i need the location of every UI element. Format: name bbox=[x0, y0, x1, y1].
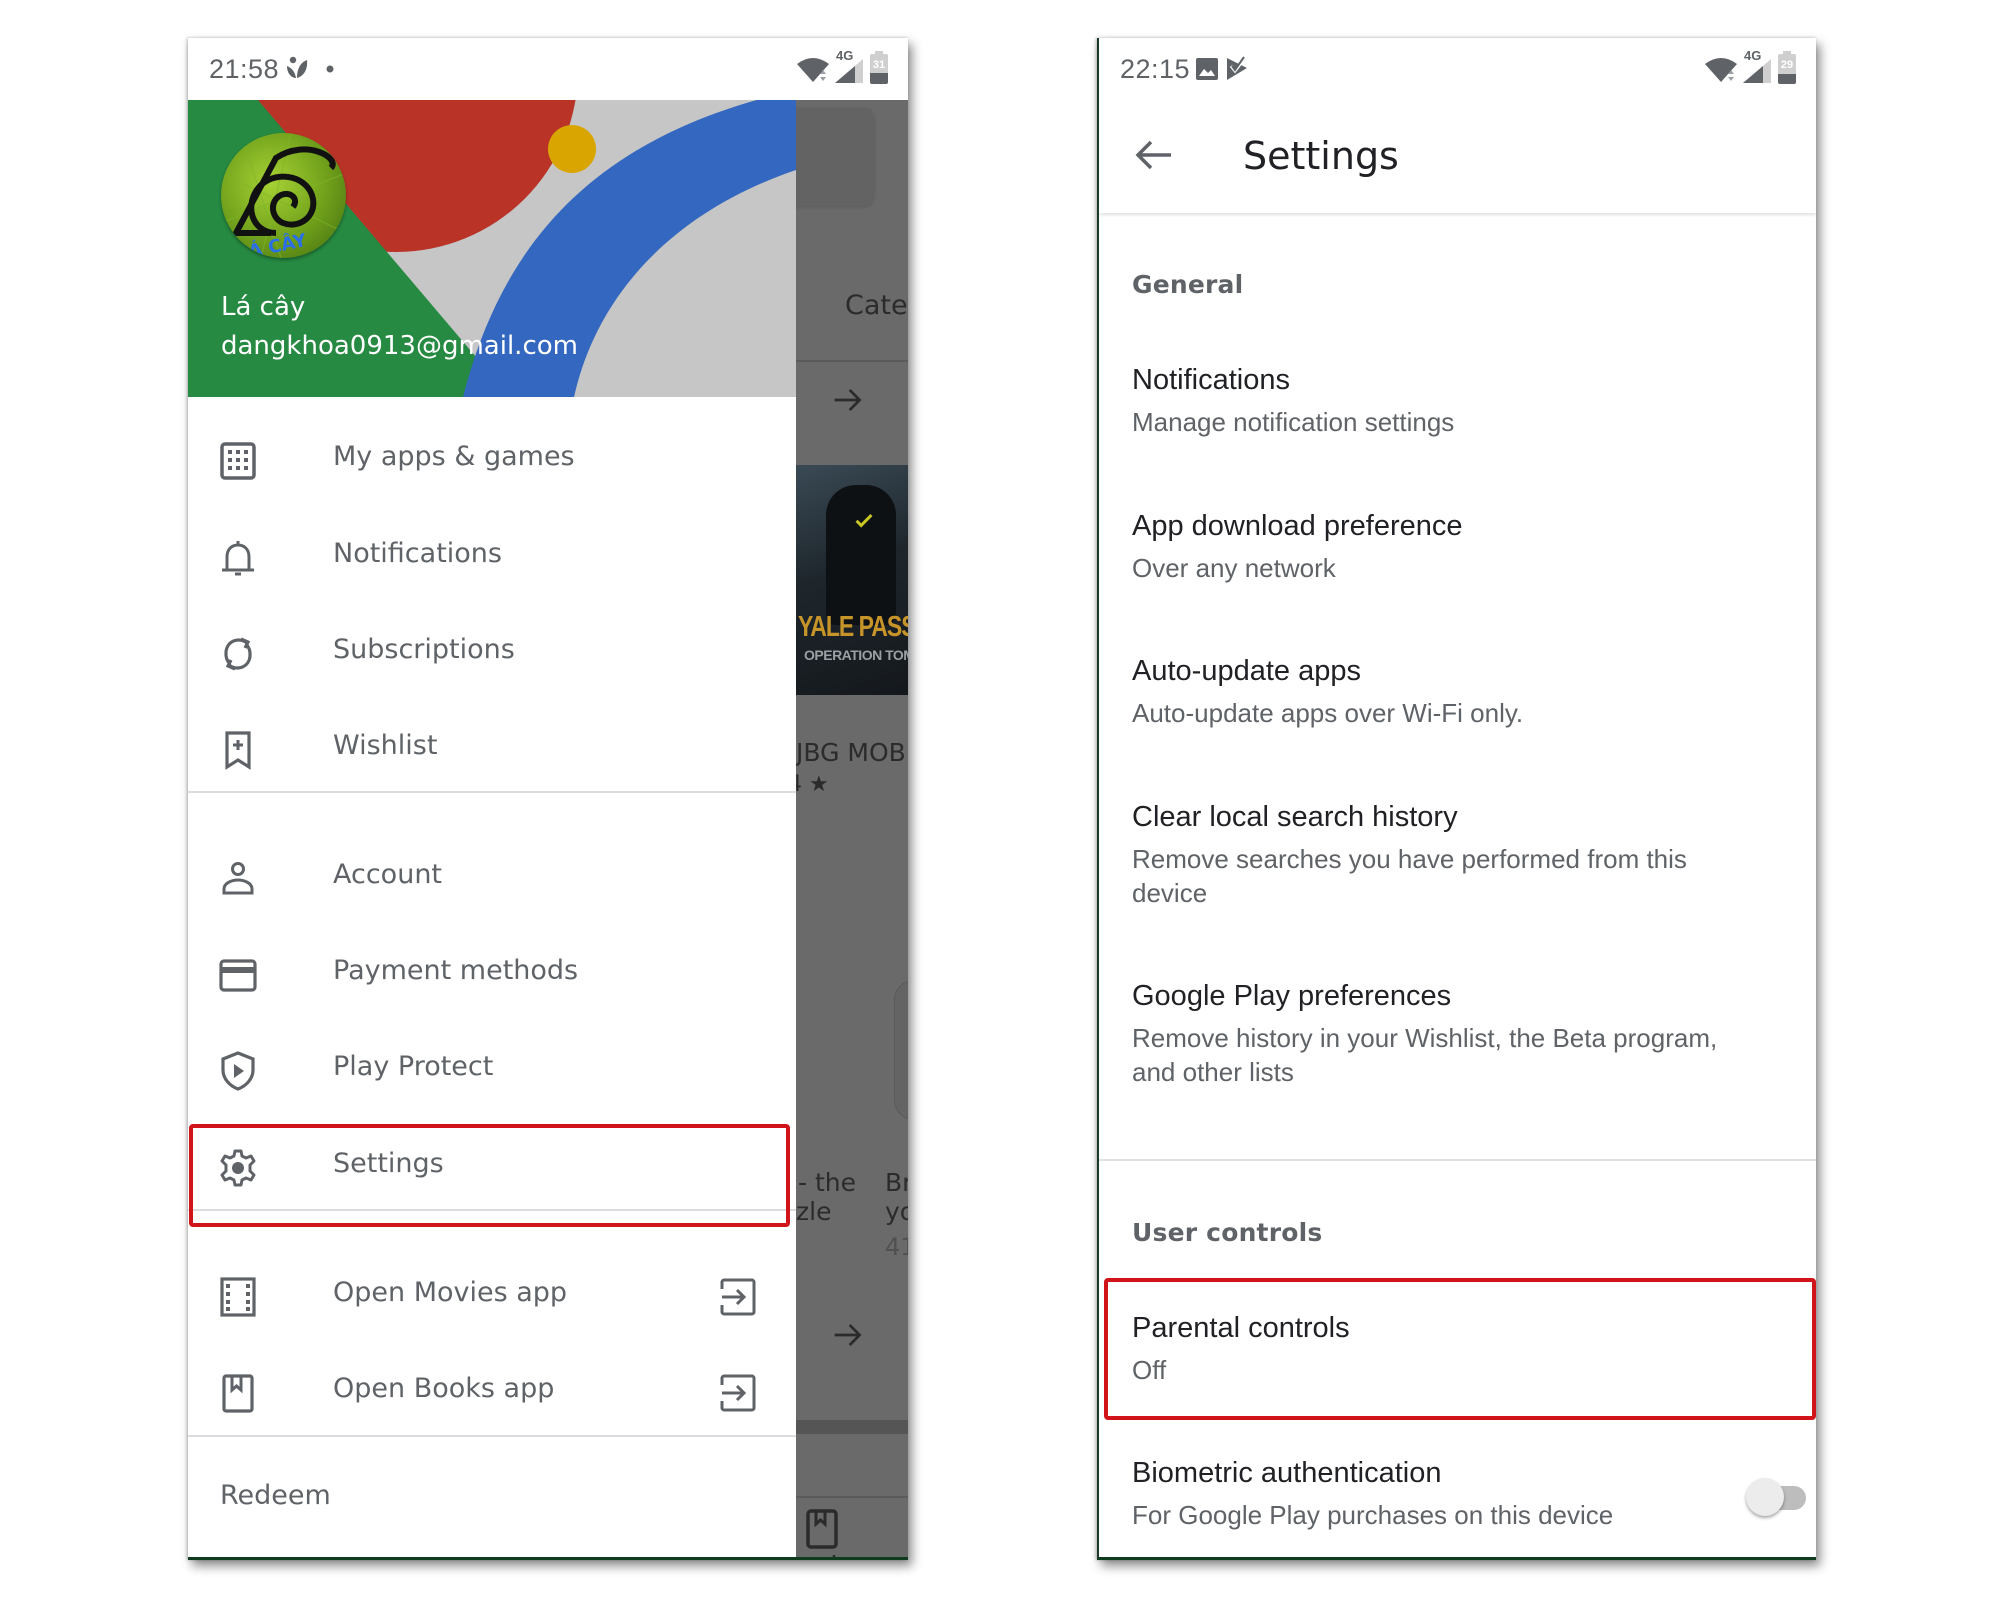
setting-subtitle: Over any network bbox=[1132, 553, 1336, 583]
arrow-forward-icon bbox=[834, 389, 862, 411]
setting-title: App download preference bbox=[1132, 510, 1463, 542]
menu-item-subscriptions[interactable]: Subscriptions bbox=[188, 606, 796, 696]
gear-icon bbox=[220, 1149, 256, 1187]
avatar-leaf-symbol: LÁ CÂY bbox=[221, 133, 346, 258]
menu-item-play-protect[interactable]: Play Protect bbox=[188, 1023, 796, 1113]
menu-item-label: Payment methods bbox=[333, 955, 579, 986]
avatar[interactable]: LÁ CÂY bbox=[221, 133, 346, 258]
setting-title: Auto-update apps bbox=[1132, 655, 1361, 687]
battery-icon: 29 bbox=[1778, 51, 1796, 84]
arrow-back-icon[interactable] bbox=[1129, 130, 1179, 180]
battery-icon: 31 bbox=[870, 51, 888, 84]
menu-item-my-apps-games[interactable]: My apps & games bbox=[188, 413, 796, 503]
menu-item-label: Wishlist bbox=[333, 730, 438, 761]
status-bar: 22:15 4G 29 bbox=[1099, 38, 1816, 100]
menu-item-label: Open Books app bbox=[333, 1373, 555, 1404]
menu-item-label: My apps & games bbox=[333, 441, 575, 472]
page-title: Settings bbox=[1243, 134, 1399, 178]
arrow-forward-icon bbox=[834, 1324, 862, 1346]
setting-subtitle: Off bbox=[1132, 1355, 1167, 1385]
check-flag-icon bbox=[1227, 56, 1247, 80]
book-icon bbox=[222, 1374, 254, 1413]
refresh-icon bbox=[224, 637, 252, 671]
setting-auto-update-apps[interactable]: Auto-update apps Auto-update apps over W… bbox=[1099, 655, 1816, 745]
battery-level: 29 bbox=[1780, 59, 1794, 71]
user-email[interactable]: dangkhoa0913@gmail.com bbox=[221, 331, 578, 361]
right-phone-screen: 22:15 4G 29 Settings General Notificatio… bbox=[1097, 38, 1816, 1560]
toggle-thumb bbox=[1746, 1478, 1784, 1516]
menu-divider bbox=[188, 1435, 796, 1437]
setting-clear-local-search-history[interactable]: Clear local search history Remove search… bbox=[1099, 801, 1816, 921]
menu-item-label: Play Protect bbox=[333, 1051, 494, 1082]
menu-item-notifications[interactable]: Notifications bbox=[188, 510, 796, 600]
menu-item-payment-methods[interactable]: Payment methods bbox=[188, 927, 796, 1017]
open-app-icon[interactable] bbox=[718, 1373, 758, 1413]
image-icon bbox=[1196, 58, 1218, 80]
battery-level: 31 bbox=[872, 59, 886, 71]
user-name: Lá cây bbox=[221, 292, 306, 322]
redeem-link[interactable]: Redeem bbox=[220, 1480, 331, 1511]
apps-grid-icon bbox=[220, 442, 256, 480]
person-icon bbox=[222, 862, 254, 895]
setting-parental-controls[interactable]: Parental controls Off bbox=[1099, 1312, 1816, 1402]
shield-play-icon bbox=[221, 1051, 255, 1091]
menu-item-open-movies-app[interactable]: Open Movies app bbox=[188, 1249, 796, 1339]
menu-divider bbox=[188, 791, 796, 793]
bell-icon bbox=[222, 541, 254, 576]
app-card-background bbox=[894, 980, 908, 1120]
cellular-signal-icon bbox=[1743, 59, 1771, 83]
game-title: JBG MOBIL bbox=[796, 738, 908, 767]
credit-card-icon bbox=[219, 959, 257, 992]
setting-title: Notifications bbox=[1132, 364, 1290, 396]
bookmark-add-icon bbox=[225, 731, 251, 770]
app-bar: Settings bbox=[1099, 100, 1816, 213]
cellular-signal-icon bbox=[835, 59, 863, 83]
menu-item-label: Account bbox=[333, 859, 443, 890]
menu-item-wishlist[interactable]: Wishlist bbox=[188, 702, 796, 792]
setting-notifications[interactable]: Notifications Manage notification settin… bbox=[1099, 364, 1816, 454]
biometric-toggle-switch[interactable] bbox=[1742, 1474, 1814, 1520]
setting-subtitle: For Google Play purchases on this device bbox=[1132, 1500, 1614, 1530]
setting-subtitle: Remove history in your Wishlist, the Bet… bbox=[1132, 1023, 1718, 1087]
setting-app-download-preference[interactable]: App download preference Over any network bbox=[1099, 510, 1816, 600]
setting-subtitle: Manage notification settings bbox=[1132, 407, 1455, 437]
setting-title: Biometric authentication bbox=[1132, 1457, 1442, 1489]
menu-item-settings[interactable]: Settings bbox=[188, 1120, 796, 1210]
wifi-icon bbox=[797, 58, 829, 82]
menu-divider bbox=[188, 1209, 796, 1211]
status-bar: 21:58 4G 31 bbox=[188, 38, 908, 100]
drawer-header: LÁ CÂY Lá cây dangkhoa0913@gmail.com bbox=[188, 100, 796, 397]
film-icon bbox=[220, 1277, 256, 1317]
books-nav-label[interactable]: ooks bbox=[796, 1550, 861, 1557]
books-nav-icon bbox=[806, 1509, 838, 1549]
game-banner-image: YALE PASS SEA OPERATION TOMOR bbox=[796, 465, 908, 695]
setting-subtitle: Remove searches you have performed from … bbox=[1132, 844, 1687, 908]
tab-categories: Categ bbox=[845, 290, 908, 321]
setting-title: Clear local search history bbox=[1132, 801, 1458, 833]
wifi-icon bbox=[1705, 58, 1737, 82]
section-header-general: General bbox=[1132, 270, 1244, 299]
leaf-notification-icon bbox=[287, 56, 308, 78]
menu-item-label: Subscriptions bbox=[333, 634, 515, 665]
menu-item-account[interactable]: Account bbox=[188, 831, 796, 921]
navigation-drawer: LÁ CÂY Lá cây dangkhoa0913@gmail.com My … bbox=[188, 100, 796, 1557]
dot-icon bbox=[326, 65, 334, 73]
setting-title: Google Play preferences bbox=[1132, 980, 1452, 1012]
setting-subtitle: Auto-update apps over Wi-Fi only. bbox=[1132, 698, 1524, 728]
left-phone-screen: 21:58 4G 31 Cate YALE PAS OPERATION TO J… bbox=[188, 38, 908, 1560]
section-header-user-controls: User controls bbox=[1132, 1218, 1323, 1247]
menu-item-label: Notifications bbox=[333, 538, 502, 569]
status-time: 22:15 bbox=[1120, 54, 1191, 84]
setting-title: Parental controls bbox=[1132, 1312, 1350, 1344]
menu-item-label: Open Movies app bbox=[333, 1277, 568, 1308]
menu-item-label: Settings bbox=[333, 1148, 444, 1179]
status-time: 21:58 bbox=[209, 54, 280, 84]
setting-biometric-authentication[interactable]: Biometric authentication For Google Play… bbox=[1099, 1457, 1816, 1547]
section-divider bbox=[1099, 1159, 1816, 1161]
menu-item-open-books-app[interactable]: Open Books app bbox=[188, 1345, 796, 1435]
setting-google-play-preferences[interactable]: Google Play preferences Remove history i… bbox=[1099, 980, 1816, 1100]
open-app-icon[interactable] bbox=[718, 1277, 758, 1317]
